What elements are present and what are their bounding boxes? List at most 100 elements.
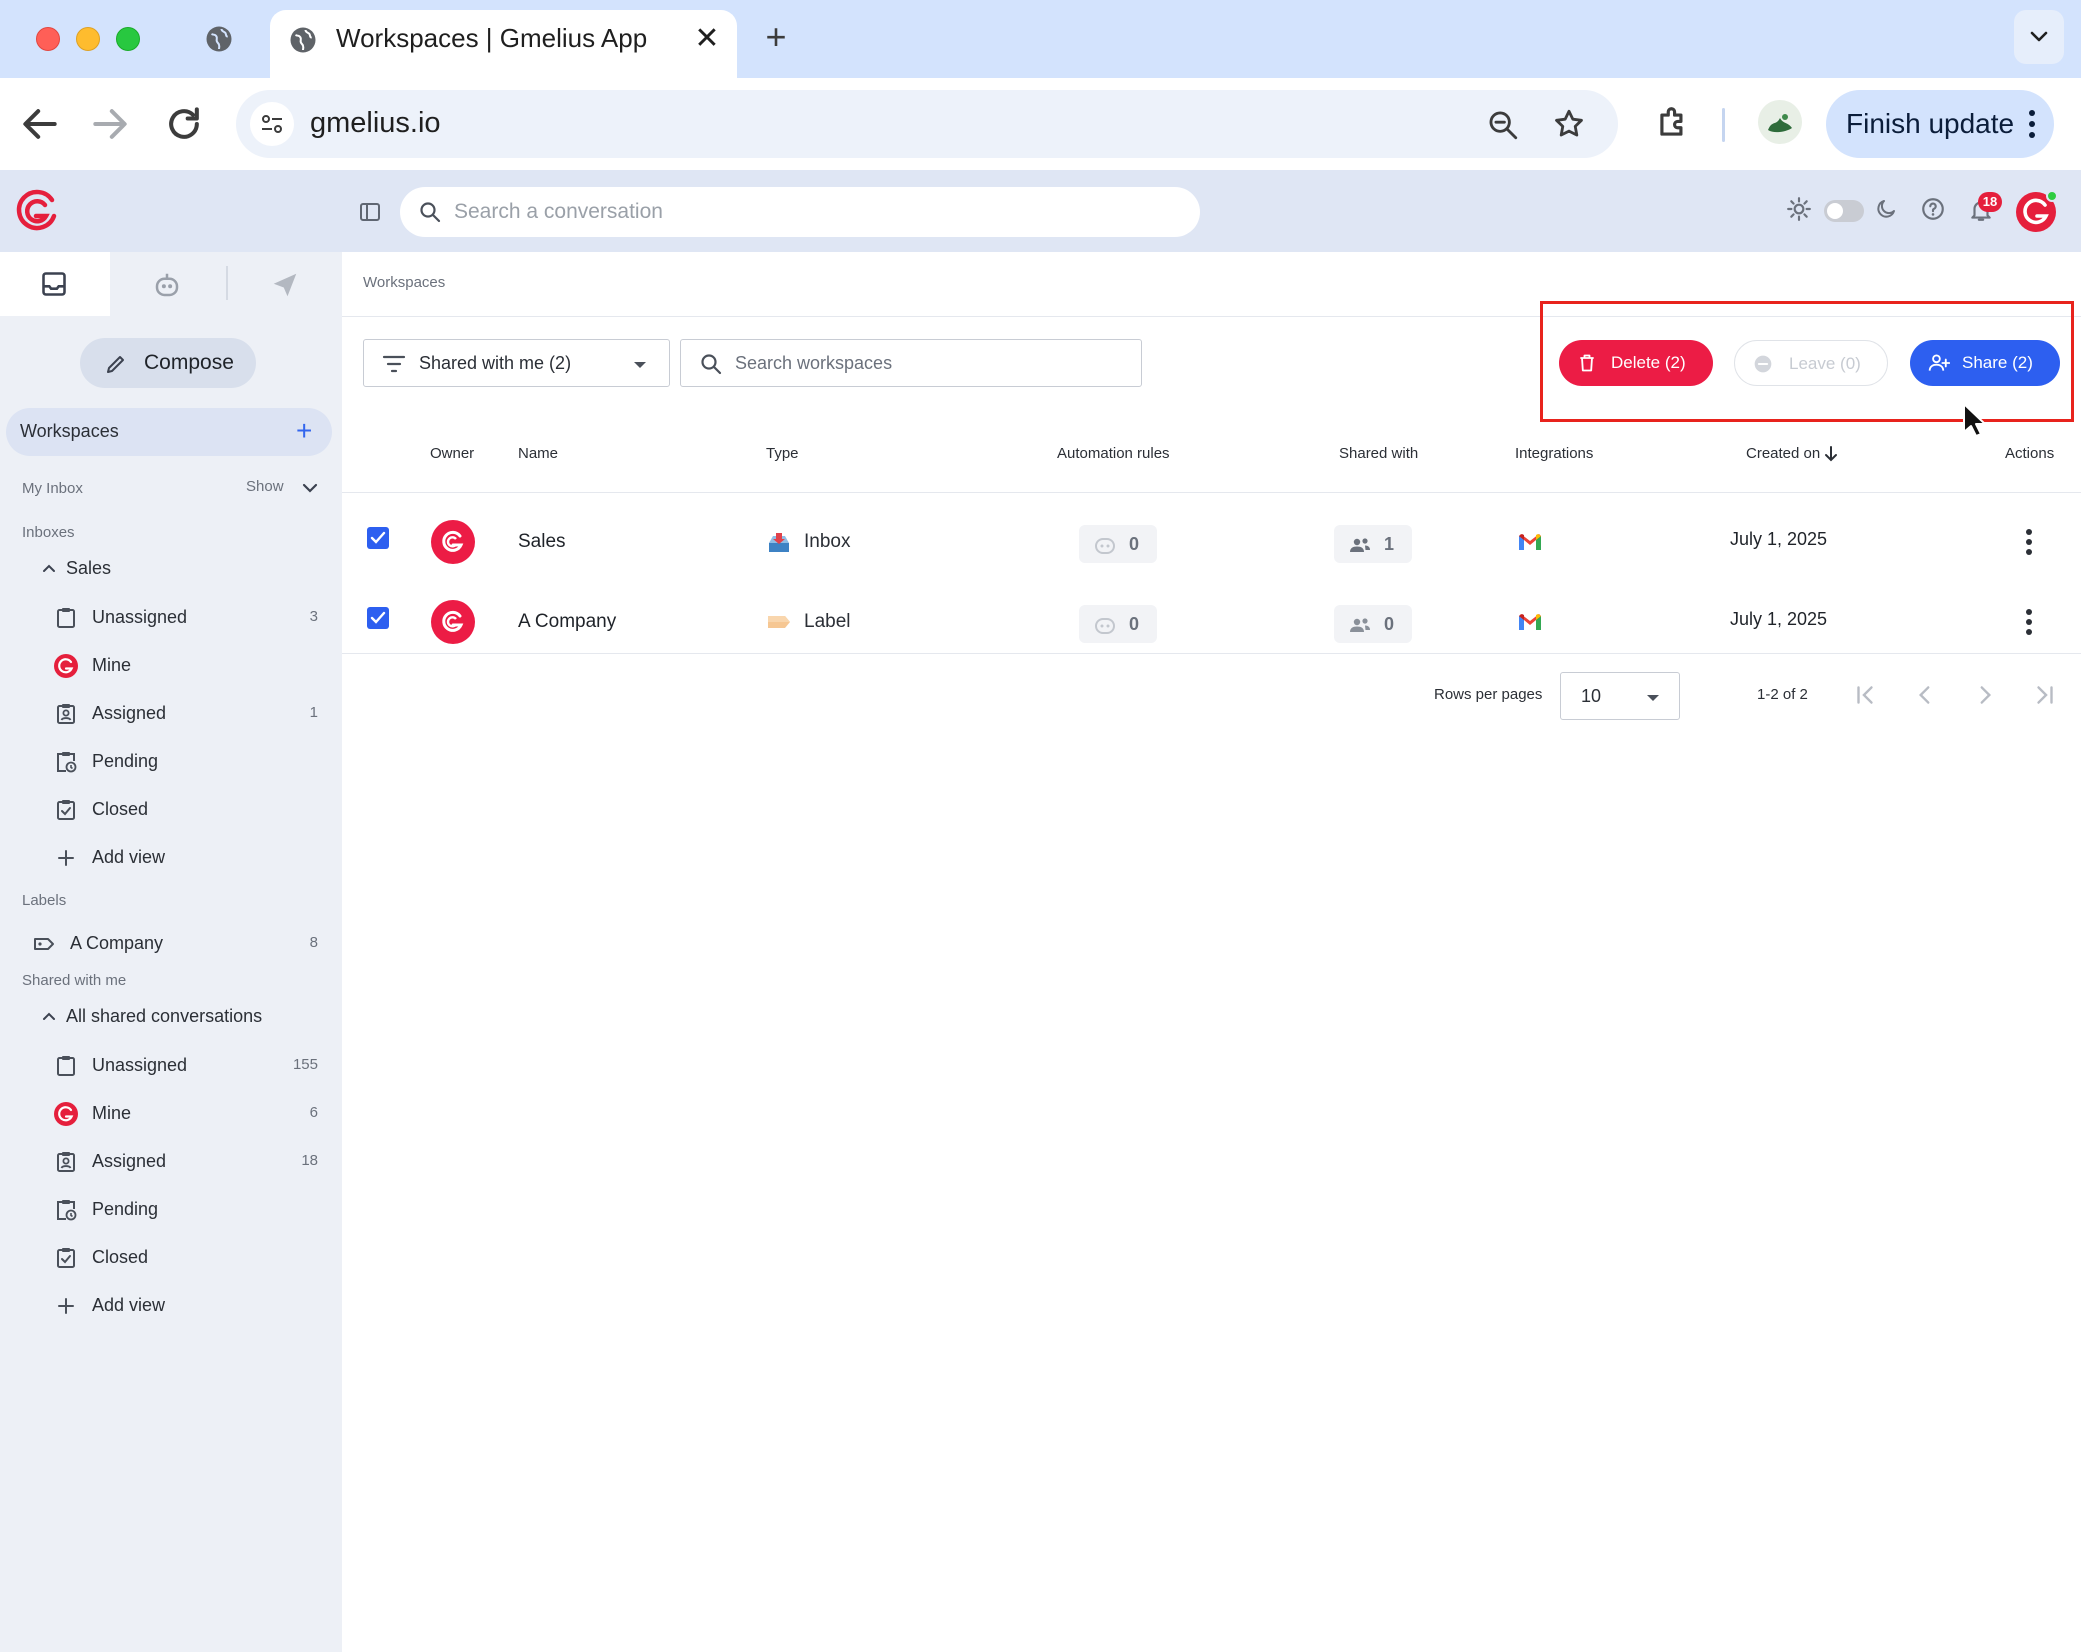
gmail-icon (1519, 534, 1541, 550)
assigned-user-icon (57, 704, 75, 724)
column-header-automation: Automation rules (1057, 445, 1170, 462)
address-bar[interactable]: gmelius.io (236, 90, 1618, 158)
first-page-icon[interactable] (1852, 682, 1878, 708)
sidebar-item-shared-unassigned[interactable]: Unassigned 155 (54, 1048, 324, 1084)
sidebar-toggle-icon[interactable] (358, 200, 382, 224)
sidebar-item-shared-pending[interactable]: Pending (54, 1192, 324, 1228)
assigned-user-icon (57, 1152, 75, 1172)
tab-search-button[interactable] (2014, 10, 2064, 64)
finish-update-label: Finish update (1846, 108, 2015, 139)
owner-avatar (431, 520, 475, 564)
shared-group-toggle[interactable]: All shared conversations (43, 1006, 262, 1027)
compose-button[interactable]: Compose (80, 338, 256, 388)
next-page-icon[interactable] (1972, 682, 1998, 708)
minimize-window-button[interactable] (76, 27, 100, 51)
row-checkbox[interactable] (367, 527, 389, 549)
chevron-down-icon[interactable] (302, 482, 318, 494)
sidebar-item-sales-unassigned[interactable]: Unassigned 3 (54, 600, 324, 636)
theme-toggle[interactable] (1824, 200, 1864, 222)
forward-arrow-icon[interactable] (88, 102, 132, 146)
column-header-name[interactable]: Name (518, 445, 558, 462)
caret-down-icon (634, 362, 646, 368)
help-icon[interactable] (1920, 196, 1946, 222)
divider (342, 492, 2081, 493)
automation-rules-chip: 0 (1079, 525, 1157, 563)
sidebar-item-shared-closed[interactable]: Closed (54, 1240, 324, 1276)
tab-separator (226, 266, 228, 300)
zoom-icon[interactable] (1486, 108, 1520, 142)
moon-icon[interactable] (1874, 196, 1898, 222)
column-header-created[interactable]: Created on (1746, 445, 1838, 462)
check-clipboard-icon (57, 1248, 75, 1268)
sidebar-item-shared-mine[interactable]: Mine 6 (54, 1096, 324, 1132)
workspace-name[interactable]: A Company (518, 611, 616, 633)
back-arrow-icon[interactable] (18, 102, 62, 146)
workspace-type: Label (804, 611, 851, 632)
sidebar-item-shared-assigned[interactable]: Assigned 18 (54, 1144, 324, 1180)
sidebar-item-sales-pending[interactable]: Pending (54, 744, 324, 780)
automation-rules-chip: 0 (1079, 605, 1157, 643)
new-tab-button[interactable]: + (756, 18, 796, 58)
maximize-window-button[interactable] (116, 27, 140, 51)
workspace-search-input[interactable] (735, 340, 1135, 386)
row-checkbox[interactable] (367, 607, 389, 629)
sidebar-item-sales-mine[interactable]: Mine (54, 648, 324, 684)
more-vertical-icon[interactable] (2024, 607, 2034, 637)
tab-inbox[interactable] (0, 252, 110, 316)
active-tab[interactable]: Workspaces | Gmelius App ✕ (270, 10, 737, 78)
created-header-label: Created on (1746, 445, 1821, 462)
notification-badge: 18 (1978, 192, 2002, 212)
extensions-icon[interactable] (1654, 104, 1692, 142)
conversation-search-input[interactable] (454, 187, 1174, 237)
share-button[interactable]: Share (2) (1910, 340, 2060, 386)
bookmark-star-icon[interactable] (1552, 107, 1586, 141)
site-settings-icon[interactable] (250, 102, 294, 146)
shared-count: 1 (1384, 534, 1395, 554)
column-header-type[interactable]: Type (766, 445, 799, 462)
shared-with-chip[interactable]: 1 (1334, 525, 1412, 563)
last-page-icon[interactable] (2032, 682, 2058, 708)
close-window-button[interactable] (36, 27, 60, 51)
automation-count: 0 (1129, 614, 1140, 634)
sidebar-item-sales-assigned[interactable]: Assigned 1 (54, 696, 324, 732)
breadcrumb[interactable]: Workspaces (363, 274, 445, 291)
workspace-name[interactable]: Sales (518, 531, 566, 553)
profile-avatar[interactable] (1758, 100, 1802, 144)
user-avatar[interactable] (2016, 190, 2058, 232)
conversation-search[interactable] (400, 187, 1200, 237)
reload-icon[interactable] (162, 102, 206, 146)
gmail-icon (1519, 614, 1541, 630)
sidebar-item-sales-add-view[interactable]: Add view (54, 840, 324, 876)
sidebar-item-workspaces[interactable]: Workspaces + (6, 408, 332, 456)
finish-update-button[interactable]: Finish update (1826, 90, 2054, 158)
page-range: 1-2 of 2 (1757, 686, 1808, 703)
shared-with-chip[interactable]: 0 (1334, 605, 1412, 643)
tab-sequences[interactable] (230, 252, 340, 316)
workspace-search[interactable] (680, 339, 1142, 387)
users-icon (1350, 618, 1370, 632)
sun-icon[interactable] (1786, 196, 1812, 222)
tab-automation[interactable] (112, 252, 222, 316)
leave-button[interactable]: Leave (0) (1734, 340, 1888, 386)
sidebar-item-sales-closed[interactable]: Closed (54, 792, 324, 828)
previous-page-icon[interactable] (1912, 682, 1938, 708)
sidebar-item-shared-add-view[interactable]: Add view (54, 1288, 324, 1324)
sidebar-item-label-a-company[interactable]: A Company 8 (32, 926, 324, 962)
globe-icon[interactable] (204, 24, 234, 54)
table-row[interactable]: Sales Inbox 0 1 July 1, 2025 (342, 505, 2081, 585)
rows-per-page-select[interactable]: 10 (1560, 672, 1680, 720)
add-workspace-icon[interactable]: + (296, 417, 312, 445)
share-label: Share (2) (1962, 353, 2033, 372)
gmelius-logo-icon[interactable] (14, 188, 60, 234)
browser-tab-bar: Workspaces | Gmelius App ✕ + (0, 0, 2081, 78)
delete-button[interactable]: Delete (2) (1559, 340, 1713, 386)
show-my-inbox-toggle[interactable]: Show (246, 478, 284, 495)
workspace-filter-select[interactable]: Shared with me (2) (363, 339, 670, 387)
column-header-integrations: Integrations (1515, 445, 1594, 462)
sales-group-toggle[interactable]: Sales (43, 558, 111, 579)
column-header-shared: Shared with (1339, 445, 1419, 462)
robot-icon (155, 273, 179, 297)
browser-toolbar: gmelius.io Finish update (0, 78, 2081, 170)
close-tab-icon[interactable]: ✕ (690, 22, 724, 56)
more-vertical-icon[interactable] (2024, 527, 2034, 557)
